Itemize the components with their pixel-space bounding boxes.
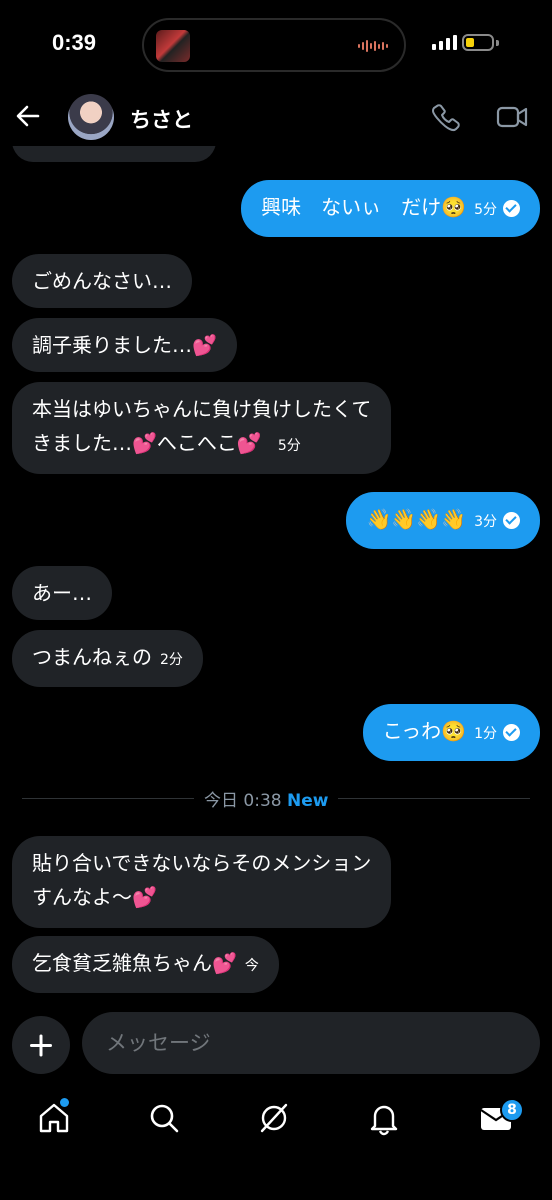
message-text: ごめんなさい… (32, 269, 172, 293)
message-bubble-outgoing[interactable]: こっわ🥺 1分 (362, 704, 540, 761)
avatar[interactable] (68, 94, 114, 140)
cellular-signal-icon (432, 35, 457, 50)
message-list[interactable]: 興味 ないぃ だけ🥺 5分 ごめんなさい… 調子乗りました…💕 本当はゆいちゃんに… (0, 146, 552, 1000)
message-bubble-outgoing[interactable]: 👋👋👋👋 3分 (346, 492, 540, 549)
new-label: New (287, 791, 329, 811)
message-time: 1分 (474, 726, 497, 742)
grok-icon[interactable] (256, 1100, 292, 1136)
message-text-line: すんなよ〜💕 (32, 885, 157, 909)
message-text: 乞食貧乏雑魚ちゃん💕 (32, 951, 237, 975)
messages-badge: 8 (500, 1098, 524, 1122)
status-bar: 0:39 (0, 0, 552, 90)
home-notification-dot (60, 1098, 69, 1107)
message-text: 興味 ないぃ だけ🥺 (261, 195, 467, 219)
message-bubble-incoming[interactable]: ごめんなさい… (12, 254, 192, 308)
bell-icon[interactable] (366, 1100, 402, 1136)
status-time: 0:39 (52, 30, 97, 55)
audio-wave-icon (358, 40, 388, 52)
search-icon[interactable] (146, 1100, 182, 1136)
message-bubble-outgoing[interactable]: 興味 ないぃ だけ🥺 5分 (241, 180, 540, 237)
message-text: 調子乗りました…💕 (32, 333, 217, 357)
message-text-line: 貼り合いできないならそのメンション (32, 851, 372, 875)
tab-bar: 8 (0, 1080, 552, 1200)
message-input[interactable] (82, 1012, 540, 1074)
battery-tip (496, 40, 499, 46)
dynamic-island[interactable] (142, 18, 406, 72)
read-check-icon (503, 200, 520, 217)
plus-icon[interactable] (12, 1016, 70, 1074)
now-playing-artwork (156, 30, 190, 62)
message-text: つまんねぇの (32, 645, 152, 669)
message-text-line: 本当はゆいちゃんに負け負けしたくて (32, 397, 372, 421)
message-time: 2分 (160, 652, 183, 668)
message-bubble-incoming[interactable]: あー… (12, 566, 112, 620)
video-icon[interactable] (496, 104, 528, 130)
date-divider-label: 今日 0:38 New (194, 786, 339, 811)
message-bubble-incoming[interactable]: 本当はゆいちゃんに負け負けしたくて きました…💕へこへこ💕 5分 (12, 382, 392, 474)
message-bubble-incoming[interactable] (12, 146, 216, 162)
message-bubble-incoming[interactable]: つまんねぇの 2分 (12, 630, 203, 687)
conversation-header: ちさと (0, 90, 552, 146)
read-check-icon (503, 724, 520, 741)
composer (0, 1010, 552, 1080)
date-divider-date: 今日 0:38 (204, 791, 282, 811)
message-time: 3分 (474, 514, 497, 530)
message-text-line: きました…💕へこへこ💕 5分 (32, 431, 301, 455)
message-time: 5分 (277, 438, 301, 454)
message-text: あー… (32, 581, 92, 605)
message-text: こっわ🥺 (382, 719, 467, 743)
message-bubble-incoming[interactable]: 貼り合いできないならそのメンション すんなよ〜💕 (12, 836, 392, 928)
message-time: 5分 (474, 202, 497, 218)
message-time: 今 (244, 958, 259, 974)
message-bubble-incoming[interactable]: 乞食貧乏雑魚ちゃん💕 今 (12, 936, 279, 993)
message-bubble-incoming[interactable]: 調子乗りました…💕 (12, 318, 237, 372)
phone-icon[interactable] (430, 102, 460, 132)
battery-icon (462, 34, 494, 51)
back-arrow-icon[interactable] (14, 102, 42, 130)
message-text: 👋👋👋👋 (366, 507, 467, 531)
read-check-icon (503, 512, 520, 529)
contact-name[interactable]: ちさと (130, 104, 193, 134)
